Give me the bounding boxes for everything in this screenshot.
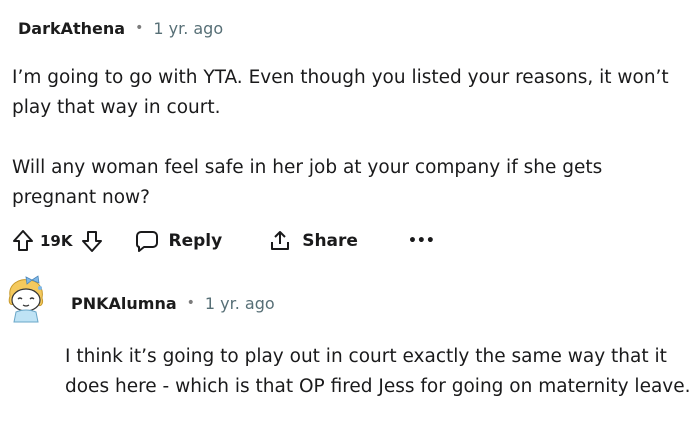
reply-button[interactable]: Reply <box>135 229 223 253</box>
comment-author[interactable]: DarkAthena <box>18 19 125 38</box>
comment-paragraph-2: Will any woman feel safe in her job at y… <box>12 157 603 208</box>
reply-body: I think it’s going to play out in court … <box>65 346 691 397</box>
snoo-avatar-icon[interactable] <box>4 274 48 324</box>
downvote-arrow-icon[interactable] <box>81 229 103 253</box>
meta-separator: • <box>186 295 195 311</box>
vote-count: 19K <box>40 232 73 250</box>
reply-author[interactable]: PNKAlumna <box>71 294 177 313</box>
reply-meta: PNKAlumna • 1 yr. ago <box>71 292 275 314</box>
comment-meta: DarkAthena • 1 yr. ago <box>18 17 223 39</box>
speech-bubble-icon <box>135 229 159 253</box>
reply-timestamp[interactable]: 1 yr. ago <box>205 294 275 313</box>
comment-timestamp[interactable]: 1 yr. ago <box>153 19 223 38</box>
share-button[interactable]: Share <box>268 229 358 253</box>
share-icon <box>268 229 292 253</box>
comment-action-bar: 19K Reply Share ••• <box>12 226 435 256</box>
share-label: Share <box>302 231 358 251</box>
more-options-button[interactable]: ••• <box>408 234 435 248</box>
reply-label: Reply <box>168 231 223 251</box>
comment-paragraph-1: I’m going to go with YTA. Even though yo… <box>12 67 669 118</box>
meta-separator: • <box>135 20 144 36</box>
upvote-arrow-icon[interactable] <box>12 229 34 253</box>
